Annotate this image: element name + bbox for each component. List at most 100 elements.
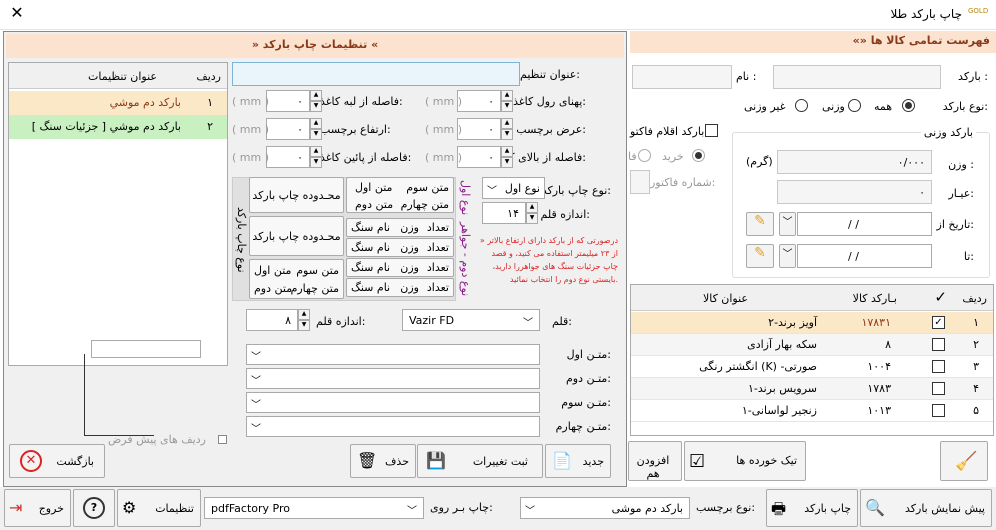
row-checkbox[interactable]	[932, 360, 945, 373]
text1-select[interactable]: ﹀	[246, 344, 540, 365]
preview-barcode-button[interactable]: 🔍 پیش نمایش بارکد	[860, 489, 992, 527]
table-row[interactable]: ۱ ✓ ۱۷۸۳۱ آویز برند-۲	[631, 312, 993, 334]
edge_margin-input[interactable]: ۰	[266, 90, 310, 112]
spin-down-icon[interactable]: ▼	[310, 129, 322, 140]
row-checkbox[interactable]: ✓	[932, 316, 945, 329]
spin-up-icon[interactable]: ▲	[501, 118, 513, 129]
weight-input[interactable]: ۰/۰۰۰	[777, 150, 932, 174]
spin-down-icon[interactable]: ▼	[298, 320, 310, 331]
top_margin-input[interactable]: ۰	[457, 146, 501, 168]
row-checkbox[interactable]	[932, 382, 945, 395]
spin-down-icon[interactable]: ▼	[310, 101, 322, 112]
spin-down-icon[interactable]: ▼	[501, 157, 513, 168]
text3-select[interactable]: ﹀	[246, 392, 540, 413]
bottom_margin-input[interactable]: ۰	[266, 146, 310, 168]
factor-checkbox[interactable]	[705, 124, 718, 137]
date-to-input[interactable]: / /	[797, 244, 932, 268]
radio-nonweight[interactable]	[795, 99, 808, 115]
add-all-button[interactable]: افزودن هم	[628, 441, 682, 481]
printer-select[interactable]: pdfFactory Pro ﹀	[204, 497, 424, 519]
chevron-down-icon: ﹀	[251, 376, 261, 387]
radio-nonweight-label: غیر وزنی	[744, 100, 786, 113]
col-check[interactable]: ✓	[934, 288, 947, 306]
txt1: متن اول	[254, 264, 292, 277]
date-from-dropdown[interactable]: ﹀	[779, 212, 796, 236]
row-checkbox[interactable]	[932, 338, 945, 351]
weight-unit: (گرم)	[746, 155, 773, 168]
radio-weight[interactable]	[848, 99, 861, 115]
spin-up-icon[interactable]: ▲	[501, 90, 513, 101]
row-checkbox[interactable]	[932, 404, 945, 417]
spin-down-icon[interactable]: ▼	[501, 101, 513, 112]
date-to-dropdown[interactable]: ﹀	[779, 244, 796, 268]
list-item[interactable]: ۲ بارکد دم موشي [ جزئیات سنگ ]	[9, 115, 227, 139]
name-input[interactable]	[632, 65, 732, 89]
clear-button[interactable]: 🧹	[940, 441, 988, 481]
exit-button[interactable]: ⇥ خروج	[4, 489, 71, 527]
save-changes-button[interactable]: 💾 ثبت تغییرات	[417, 444, 543, 478]
spin-up-icon[interactable]: ▲	[310, 90, 322, 101]
date-to-eraser-button[interactable]: ✎	[746, 244, 774, 268]
text4-select[interactable]: ﹀	[246, 416, 540, 437]
delete-button[interactable]: 🗑 حذف	[350, 444, 416, 478]
text2-select[interactable]: ﹀	[246, 368, 540, 389]
stone-row: تعداد وزن نام سنگ	[346, 238, 454, 257]
ayar-input[interactable]: ۰	[777, 180, 932, 204]
spin-up-icon[interactable]: ▲	[526, 202, 538, 213]
help-button[interactable]: ?	[73, 489, 115, 527]
cancel-icon: ✕	[20, 450, 42, 472]
table-row[interactable]: ۲ ۸ سکه بهار آزادی	[631, 334, 993, 356]
printer-value: pdfFactory Pro	[211, 502, 290, 515]
type2-vertical-label: نوع دوم - جواهر	[459, 222, 472, 297]
txt1: متن اول	[355, 181, 393, 194]
barcode-input[interactable]	[773, 65, 941, 89]
factor-number-label: شماره فاکتور:	[650, 176, 716, 189]
spin-down-icon[interactable]: ▼	[310, 157, 322, 168]
pen-size-input[interactable]: ۱۴	[482, 202, 526, 224]
back-button[interactable]: ✕ بازگشت	[9, 444, 105, 478]
radio-all[interactable]	[902, 99, 915, 115]
new-button[interactable]: 📄 جدید	[545, 444, 611, 478]
table-row[interactable]: ۴ ۱۷۸۳ سرویس برند-۱	[631, 378, 993, 400]
print-type-select[interactable]: نوع اول ﹀	[482, 177, 545, 199]
factor-sale-radio[interactable]	[638, 149, 651, 165]
stone-row: تعداد وزن نام سنگ	[346, 278, 454, 297]
preview-label: پیش نمایش بارکد	[905, 502, 985, 515]
spin-up-icon[interactable]: ▲	[310, 146, 322, 157]
font-select[interactable]: Vazir FD ﹀	[402, 309, 540, 331]
print-type-value: نوع اول	[504, 182, 540, 195]
col-barcode: بـارکد کالا	[852, 292, 897, 305]
spin-up-icon[interactable]: ▲	[298, 309, 310, 320]
type2-barcode-area: محـدوده چاپ بارکد	[249, 216, 344, 256]
factor-number-input[interactable]	[630, 170, 650, 194]
txt2: متن دوم	[254, 282, 293, 295]
date-from-eraser-button[interactable]: ✎	[746, 212, 774, 236]
roll_width-input[interactable]: ۰	[457, 90, 501, 112]
date-from-input[interactable]: / /	[797, 212, 932, 236]
setting-title-label: عنوان تنظیم:	[520, 68, 580, 81]
font-size-input[interactable]: ۸	[246, 309, 298, 331]
row-barcode: ۱۰۱۳	[867, 404, 891, 417]
spin-up-icon[interactable]: ▲	[310, 118, 322, 129]
list-item[interactable]: ۱ بارکد دم موشي	[9, 91, 227, 115]
list-col-row: ردیف	[196, 70, 221, 83]
text1_label: متـن اول:	[566, 348, 611, 361]
checked-items-button[interactable]: ☑ تیک خورده ها	[684, 441, 806, 481]
spin-down-icon[interactable]: ▼	[501, 129, 513, 140]
label_width-input[interactable]: ۰	[457, 118, 501, 140]
title-bar: ✕ چاپ بارکد طلا GOLD	[0, 0, 996, 30]
default-rows-checkbox[interactable]	[218, 435, 227, 444]
window-close-icon[interactable]: ✕	[6, 3, 28, 25]
new-label: جدید	[582, 455, 604, 468]
label-type-select[interactable]: بارکد دم موشی ﹀	[520, 497, 690, 519]
settings-button[interactable]: ⚙ تنظیمات	[117, 489, 201, 527]
label_height-input[interactable]: ۰	[266, 118, 310, 140]
spin-up-icon[interactable]: ▲	[501, 146, 513, 157]
setting-title-input[interactable]	[232, 62, 520, 86]
spin-down-icon[interactable]: ▼	[526, 213, 538, 224]
table-row[interactable]: ۳ ۱۰۰۴ انگشتر رنگی (K) -صورتی	[631, 356, 993, 378]
print-barcode-button[interactable]: 🖶 چاپ بارکد	[766, 489, 858, 527]
table-row[interactable]: ۵ ۱۰۱۳ زنجیر لواسانی-۱	[631, 400, 993, 422]
factor-buy-radio[interactable]	[692, 149, 705, 165]
stone-row: تعداد وزن نام سنگ	[346, 258, 454, 277]
